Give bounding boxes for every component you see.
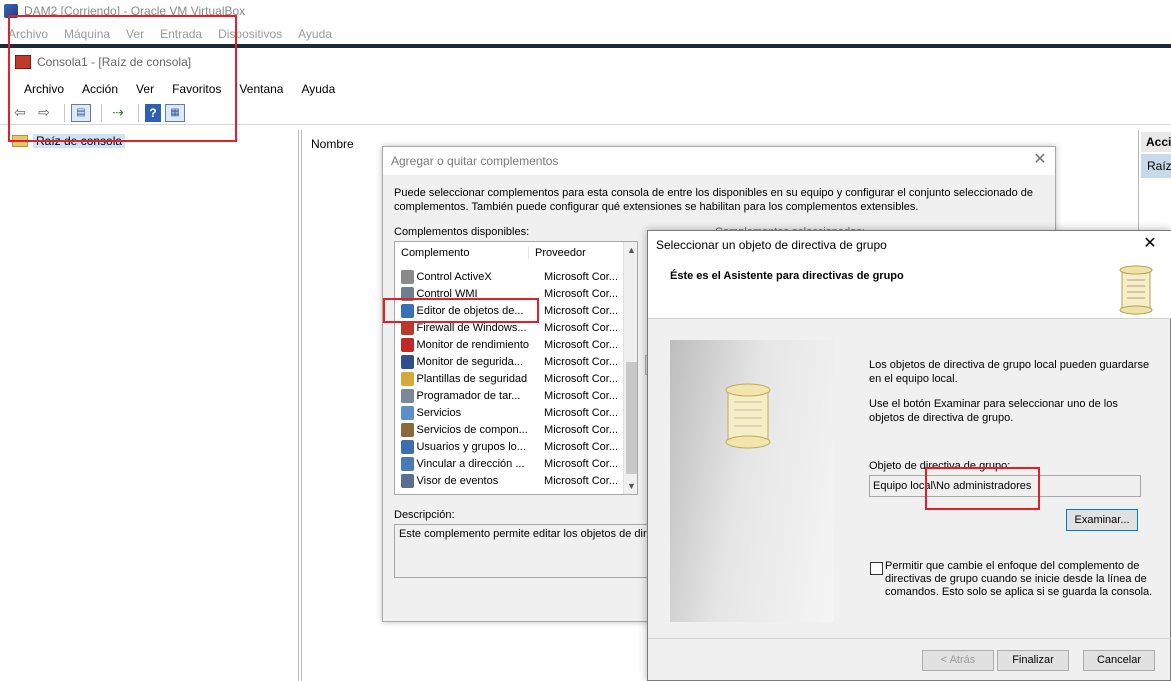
snapin-name: Vincular a dirección ...: [416, 457, 525, 470]
dialog-description: Puede seleccionar complementos para esta…: [394, 187, 1034, 213]
description-box: Este complemento permite editar los obje…: [394, 524, 652, 578]
snapin-vendor: Microsoft Cor...: [544, 457, 619, 470]
back-button[interactable]: < Atrás: [922, 650, 994, 671]
snapin-name: Visor de eventos: [416, 474, 499, 487]
snapin-row[interactable]: Monitor de segurida... Microsoft Cor...: [395, 353, 623, 370]
wizard-paragraph-1: Los objetos de directiva de grupo local …: [869, 359, 1150, 385]
list-scrollbar[interactable]: ▲ ▼: [623, 242, 637, 494]
column-header-proveedor[interactable]: Proveedor: [529, 247, 586, 259]
activex-icon: [401, 269, 415, 284]
add-remove-snapins-titlebar: Agregar o quitar complementos: [383, 147, 1055, 175]
perfmon-icon: [401, 337, 415, 352]
snapin-name: Servicios de compon...: [416, 423, 528, 436]
snapin-name: Usuarios y grupos lo...: [416, 440, 526, 453]
wizard-header: [648, 259, 1171, 319]
snapin-row[interactable]: Visor de eventos Microsoft Cor...: [395, 472, 623, 489]
snapin-vendor: Microsoft Cor...: [544, 372, 619, 385]
actions-item-console-root[interactable]: Raíz de consola: [1141, 154, 1171, 178]
snapin-row[interactable]: Servicios Microsoft Cor...: [395, 404, 623, 421]
snapin-vendor: Microsoft Cor...: [544, 287, 619, 300]
snapin-name: Programador de tar...: [416, 389, 521, 402]
event-viewer-icon: [401, 473, 415, 488]
browse-button[interactable]: Examinar...: [1066, 509, 1138, 531]
available-snapins-list[interactable]: Complemento Proveedor Control ActiveX Mic…: [394, 241, 638, 495]
annotation-box-menu: [8, 15, 237, 142]
snapin-name: Monitor de segurida...: [416, 355, 523, 368]
wizard-heading: Éste es el Asistente para directivas de …: [670, 270, 904, 282]
snapin-name: Control ActiveX: [416, 270, 492, 283]
snapin-name: Plantillas de seguridad: [416, 372, 528, 385]
snapin-row[interactable]: Vincular a dirección ... Microsoft Cor...: [395, 455, 623, 472]
snapin-row[interactable]: Usuarios y grupos lo... Microsoft Cor...: [395, 438, 623, 455]
finish-button[interactable]: Finalizar: [997, 650, 1069, 671]
select-gpo-titlebar: Seleccionar un objeto de directiva de gr…: [648, 231, 1171, 259]
snapin-vendor: Microsoft Cor...: [544, 355, 619, 368]
snapin-vendor: Microsoft Cor...: [544, 423, 619, 436]
dialog-title: Seleccionar un objeto de directiva de gr…: [656, 238, 887, 252]
snapin-vendor: Microsoft Cor...: [544, 440, 619, 453]
snapin-row[interactable]: Plantillas de seguridad Microsoft Cor...: [395, 370, 623, 387]
snapin-name: Firewall de Windows...: [416, 321, 527, 334]
list-header: Complemento Proveedor: [395, 242, 623, 264]
component-services-icon: [401, 422, 415, 437]
allow-focus-change-checkbox[interactable]: [870, 562, 883, 575]
cancel-button[interactable]: Cancelar: [1083, 650, 1155, 671]
security-templates-icon: [401, 371, 415, 386]
column-header-complemento[interactable]: Complemento: [395, 247, 529, 259]
link-address-icon: [401, 456, 415, 471]
vbox-menu-ayuda[interactable]: Ayuda: [298, 27, 332, 41]
close-icon[interactable]: ✕: [1140, 234, 1160, 254]
snapin-row[interactable]: Control ActiveX Microsoft Cor...: [395, 268, 623, 285]
snapin-name: Servicios: [416, 406, 462, 419]
snapin-vendor: Microsoft Cor...: [544, 474, 619, 487]
mmc-menu-ayuda[interactable]: Ayuda: [301, 82, 335, 96]
available-snapins-label: Complementos disponibles:: [394, 226, 530, 238]
snapin-vendor: Microsoft Cor...: [544, 406, 619, 419]
security-monitor-icon: [401, 354, 415, 369]
actions-header: Acciones: [1141, 132, 1171, 152]
snapin-row[interactable]: Servicios de compon... Microsoft Cor...: [395, 421, 623, 438]
snapin-vendor: Microsoft Cor...: [544, 270, 619, 283]
annotation-box-object-value: [925, 467, 1040, 510]
scroll-document-icon: [1119, 265, 1153, 315]
description-label: Descripción:: [394, 509, 455, 521]
dialog-title: Agregar o quitar complementos: [391, 154, 559, 168]
scroll-down-icon[interactable]: ▼: [624, 478, 637, 494]
snapin-vendor: Microsoft Cor...: [544, 389, 619, 402]
task-scheduler-icon: [401, 388, 415, 403]
annotation-box-gpo-editor: [383, 298, 539, 323]
column-header-nombre[interactable]: Nombre: [311, 137, 354, 151]
snapin-row[interactable]: Monitor de rendimiento Microsoft Cor...: [395, 336, 623, 353]
scroll-thumb[interactable]: [626, 362, 637, 474]
footer-divider: [648, 638, 1171, 639]
snapin-vendor: Microsoft Cor...: [544, 304, 619, 317]
close-icon[interactable]: ✕: [1030, 150, 1050, 170]
allow-focus-change-label[interactable]: Permitir que cambie el enfoque del compl…: [885, 560, 1157, 599]
scroll-document-icon: [725, 383, 771, 449]
console-tree-pane[interactable]: [0, 130, 299, 681]
snapin-row[interactable]: Programador de tar... Microsoft Cor...: [395, 387, 623, 404]
snapin-name: Monitor de rendimiento: [416, 338, 529, 351]
wizard-paragraph-2: Use el botón Examinar para seleccionar u…: [869, 398, 1118, 424]
snapin-vendor: Microsoft Cor...: [544, 338, 619, 351]
services-icon: [401, 405, 415, 420]
snapin-vendor: Microsoft Cor...: [544, 321, 619, 334]
users-groups-icon: [401, 439, 415, 454]
scroll-up-icon[interactable]: ▲: [624, 242, 637, 258]
mmc-menu-ventana[interactable]: Ventana: [239, 82, 283, 96]
